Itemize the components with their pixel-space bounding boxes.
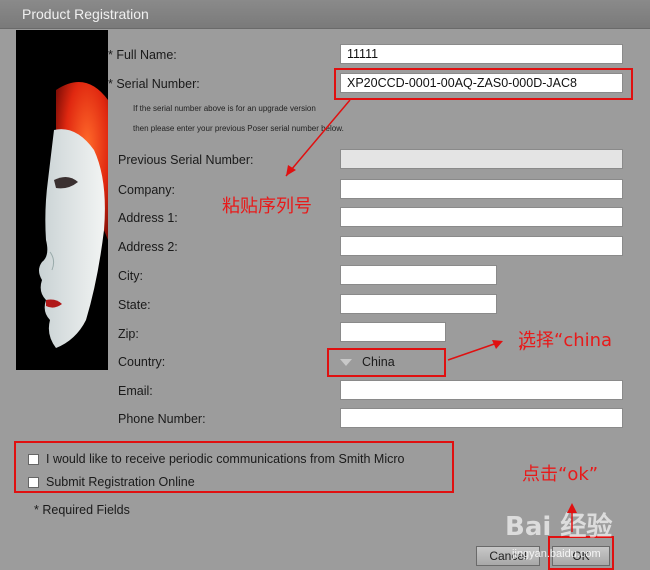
arrow-to-country-icon xyxy=(447,340,503,361)
annotation-arrows xyxy=(285,99,577,532)
arrow-to-ok-icon xyxy=(567,503,577,532)
arrow-to-serial-icon xyxy=(285,99,351,177)
